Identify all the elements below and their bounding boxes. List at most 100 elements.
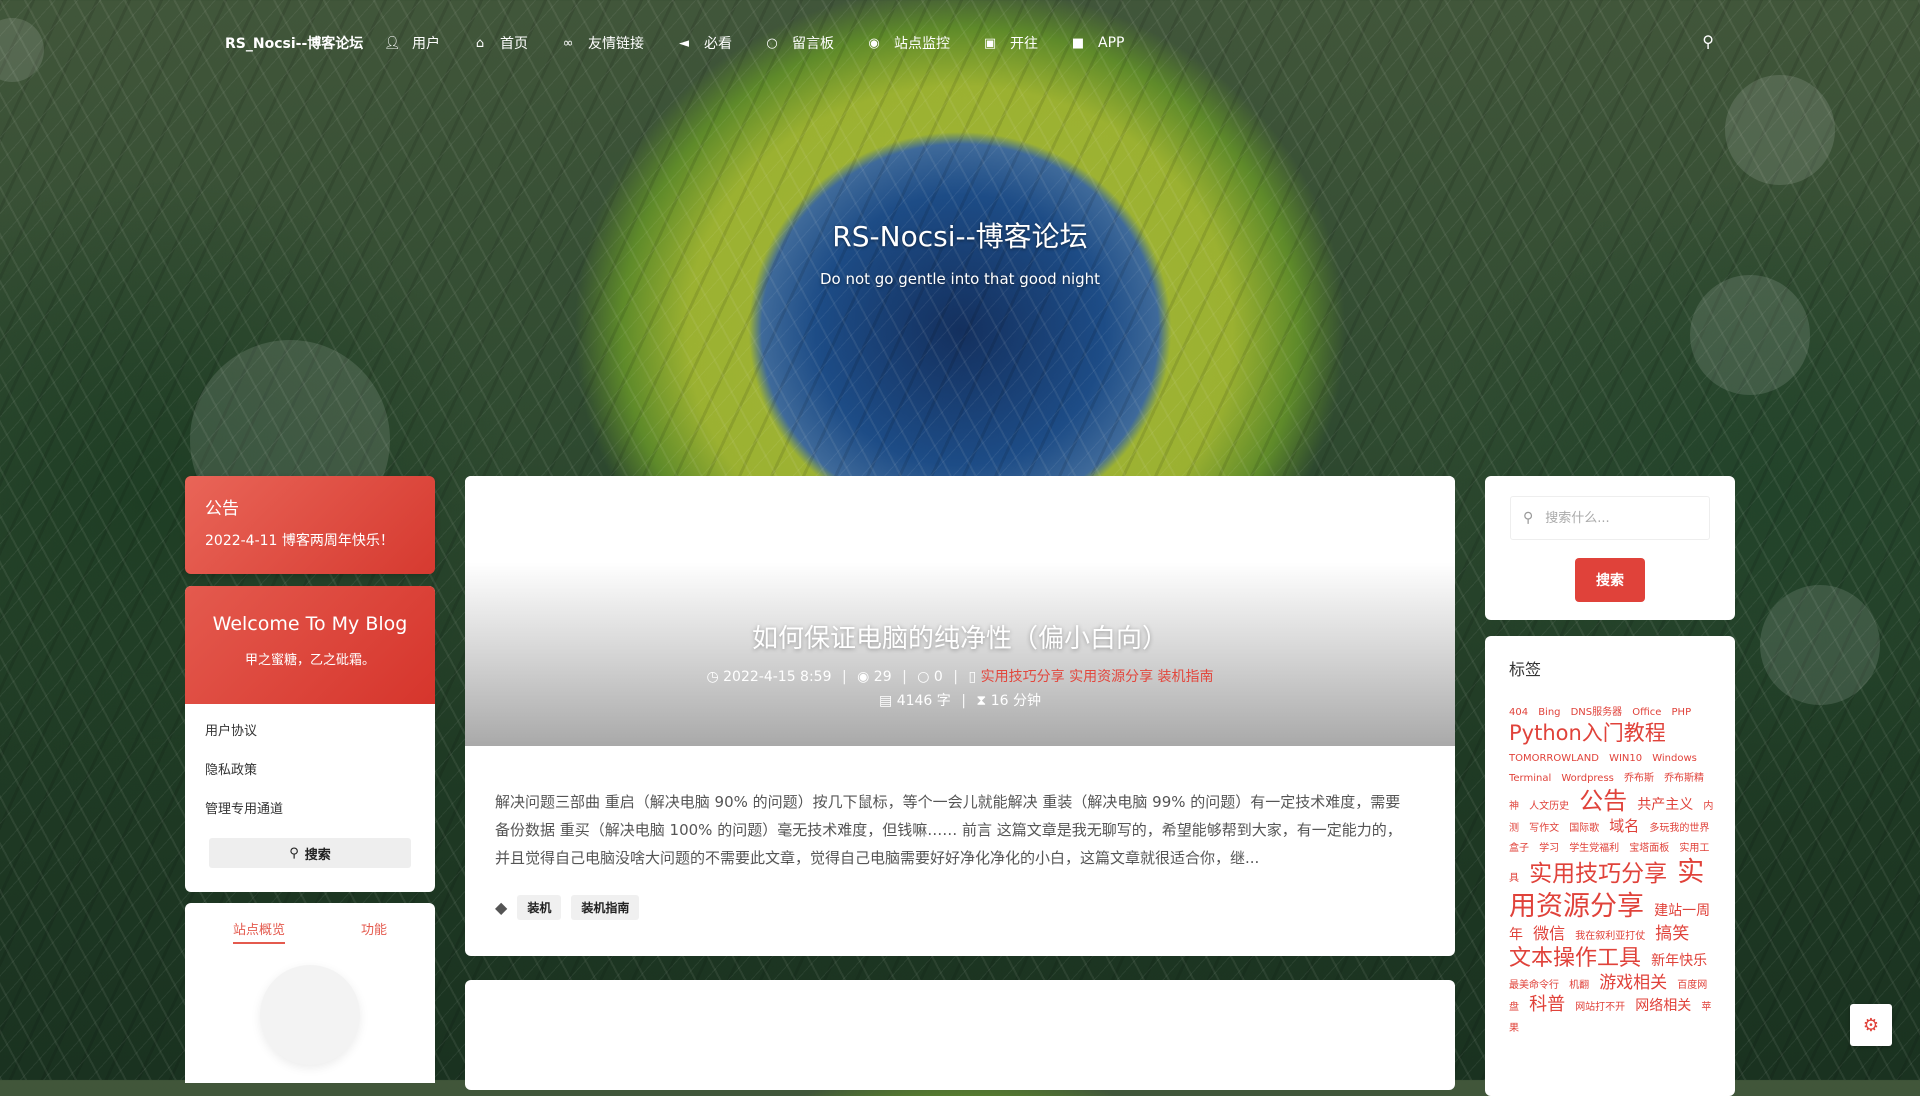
welcome-card: Welcome To My Blog 甲之蜜糖，乙之砒霜。 用户协议 隐私政策 … bbox=[185, 586, 435, 892]
tag-cloud-item[interactable]: 最美命令行 bbox=[1509, 980, 1559, 991]
search-icon[interactable]: ⚲ bbox=[1702, 32, 1714, 51]
decorative-bubble bbox=[1690, 275, 1810, 395]
post-tag[interactable]: 装机 bbox=[517, 895, 562, 920]
tag-cloud-item[interactable]: 文本操作工具 bbox=[1509, 946, 1641, 971]
tag-cloud-item[interactable]: 404 bbox=[1509, 707, 1528, 718]
user-icon: 👤︎ bbox=[384, 35, 401, 51]
nav-item-guestbook[interactable]: ○ 留言板 bbox=[764, 33, 834, 53]
tag-cloud-item[interactable]: 网络相关 bbox=[1635, 998, 1691, 1014]
tag-cloud-item[interactable]: 乔布斯 bbox=[1624, 773, 1654, 784]
nav-label: 必看 bbox=[704, 36, 732, 52]
decorative-bubble bbox=[1725, 75, 1835, 185]
tag-cloud-item[interactable]: 宝塔面板 bbox=[1629, 843, 1669, 854]
bookmark-icon: ▯ bbox=[968, 669, 977, 685]
post-category[interactable]: 实用技巧分享 bbox=[981, 669, 1065, 685]
tag-cloud-item[interactable]: 新年快乐 bbox=[1651, 953, 1707, 969]
post-stats: ▤ 4146 字 | ⧗ 16 分钟 bbox=[879, 693, 1041, 709]
tab-site-overview[interactable]: 站点概览 bbox=[233, 919, 286, 944]
train-icon: ▣ bbox=[983, 35, 997, 51]
tag-cloud-item[interactable]: 域名 bbox=[1609, 817, 1639, 835]
notice-title: 公告 bbox=[205, 499, 239, 519]
tag-cloud-item[interactable]: 科普 bbox=[1529, 994, 1565, 1015]
tag-cloud-item[interactable]: 共产主义 bbox=[1637, 797, 1693, 813]
tag-cloud-item[interactable]: WIN10 bbox=[1609, 753, 1642, 764]
tag-cloud-item[interactable]: 网站打不开 bbox=[1575, 1002, 1625, 1013]
link-icon: ∞ bbox=[562, 35, 574, 51]
welcome-heading: Welcome To My Blog bbox=[212, 613, 408, 635]
tag-cloud-item[interactable]: 国际歌 bbox=[1569, 823, 1599, 834]
post-excerpt: 解决问题三部曲 重启（解决电脑 90% 的问题）按几下鼠标，等个一会儿就能解决 … bbox=[495, 793, 1402, 867]
link-user-agreement[interactable]: 用户协议 bbox=[205, 720, 415, 739]
site-overview-card: 站点概览 功能 bbox=[185, 903, 435, 1083]
settings-button[interactable]: ⚙ bbox=[1850, 1004, 1892, 1046]
post-category[interactable]: 装机指南 bbox=[1158, 669, 1214, 685]
sidebar-search-box: ⚲ bbox=[1510, 496, 1710, 540]
tag-cloud-item[interactable]: 微信 bbox=[1533, 924, 1565, 943]
tag-cloud-item[interactable]: 实用技巧分享 bbox=[1529, 861, 1667, 887]
post-word-count: 4146 字 bbox=[896, 693, 951, 709]
clock-icon: ◷ bbox=[706, 669, 719, 685]
nav-label: 留言板 bbox=[792, 36, 834, 52]
nav-label: APP bbox=[1098, 35, 1125, 51]
post-meta: ◷ 2022-4-15 8:59 | ◉ 29 | ○ 0 | ▯ 实用技巧分享… bbox=[706, 669, 1214, 685]
hero-title: RS-Nocsi--博客论坛 bbox=[832, 220, 1088, 253]
link-privacy-policy[interactable]: 隐私政策 bbox=[205, 759, 415, 778]
site-brand[interactable]: RS_Nocsi--博客论坛 bbox=[225, 33, 363, 53]
nav-item-app[interactable]: ■ APP bbox=[1070, 33, 1125, 53]
welcome-header: Welcome To My Blog 甲之蜜糖，乙之砒霜。 bbox=[185, 586, 435, 704]
tag-cloud-item[interactable]: Python入门教程 bbox=[1509, 721, 1666, 745]
nav-item-monitor[interactable]: ◉ 站点监控 bbox=[866, 33, 950, 53]
welcome-search-button[interactable]: ⚲ 搜索 bbox=[209, 838, 411, 868]
tag-cloud-item[interactable]: 学生党福利 bbox=[1569, 843, 1619, 854]
notice-card: 公告 2022-4-11 博客两周年快乐！ bbox=[185, 476, 435, 574]
nav-item-user[interactable]: 👤︎ 用户 bbox=[384, 33, 440, 53]
tag-cloud-item[interactable]: Windows bbox=[1652, 753, 1697, 764]
sidebar-search-card: ⚲ 搜索 bbox=[1485, 476, 1735, 620]
document-icon: ▤ bbox=[879, 693, 893, 709]
nav-label: 首页 bbox=[500, 36, 528, 52]
sidebar-search-input[interactable] bbox=[1543, 509, 1698, 527]
welcome-search-label: 搜索 bbox=[304, 847, 331, 863]
tab-functions[interactable]: 功能 bbox=[361, 919, 387, 938]
sidebar-search-button[interactable]: 搜索 bbox=[1575, 558, 1645, 602]
tag-cloud-item[interactable]: PHP bbox=[1672, 707, 1692, 718]
tag-cloud-item[interactable]: 学习 bbox=[1539, 843, 1559, 854]
nav-item-links[interactable]: ∞ 友情链接 bbox=[560, 33, 644, 53]
eye-icon: ◉ bbox=[868, 35, 880, 51]
nav-item-must-read[interactable]: ◄ 必看 bbox=[676, 33, 732, 53]
tag-cloud-item[interactable]: 游戏相关 bbox=[1599, 973, 1667, 993]
tag-cloud-item[interactable]: 机翻 bbox=[1569, 980, 1589, 991]
tag-cloud-item[interactable]: 人文历史 bbox=[1529, 801, 1569, 812]
post-category[interactable]: 实用资源分享 bbox=[1069, 669, 1153, 685]
tag-cloud-item[interactable]: TOMORROWLAND bbox=[1509, 753, 1599, 764]
home-icon: ⌂ bbox=[475, 35, 485, 51]
post-tag[interactable]: 装机指南 bbox=[571, 895, 640, 920]
tag-cloud-item[interactable]: DNS服务器 bbox=[1571, 707, 1623, 718]
tag-cloud: 404 Bing DNS服务器 Office PHP Python入门教程 TO… bbox=[1509, 700, 1714, 1036]
tag-cloud-item[interactable]: 写作文 bbox=[1529, 823, 1559, 834]
nav-item-travel[interactable]: ▣ 开往 bbox=[982, 33, 1038, 53]
tag-cloud-item[interactable]: 公告 bbox=[1579, 787, 1627, 815]
gear-icon: ⚙ bbox=[1862, 1014, 1880, 1036]
nav-label: 友情链接 bbox=[588, 36, 644, 52]
search-icon: ⚲ bbox=[1523, 510, 1534, 526]
tags-icon: ◆ bbox=[495, 898, 508, 917]
notice-content: 2022-4-11 博客两周年快乐！ bbox=[205, 533, 394, 549]
hero-subtitle: Do not go gentle into that good night bbox=[819, 270, 1101, 288]
tag-cloud-item[interactable]: 我在叙利亚打仗 bbox=[1575, 931, 1645, 942]
eye-icon: ◉ bbox=[857, 669, 870, 685]
decorative-bubble bbox=[1760, 585, 1880, 705]
tag-cloud-item[interactable]: Office bbox=[1632, 707, 1661, 718]
tag-cloud-item[interactable]: Terminal bbox=[1509, 773, 1551, 784]
post-title[interactable]: 如何保证电脑的纯净性（偏小白向） bbox=[465, 618, 1455, 655]
nav-label: 用户 bbox=[412, 36, 440, 52]
tag-cloud-item[interactable]: 搞笑 bbox=[1655, 924, 1689, 944]
link-admin-channel[interactable]: 管理专用通道 bbox=[205, 798, 415, 817]
tag-cloud-item[interactable]: Wordpress bbox=[1561, 773, 1614, 784]
post-tags: ◆ 装机 装机指南 bbox=[495, 895, 649, 920]
post-card-next bbox=[465, 980, 1455, 1090]
tag-cloud-item[interactable]: Bing bbox=[1538, 707, 1560, 718]
search-icon: ⚲ bbox=[289, 845, 299, 861]
nav-item-home[interactable]: ⌂ 首页 bbox=[472, 33, 528, 53]
post-comments: 0 bbox=[933, 669, 943, 685]
